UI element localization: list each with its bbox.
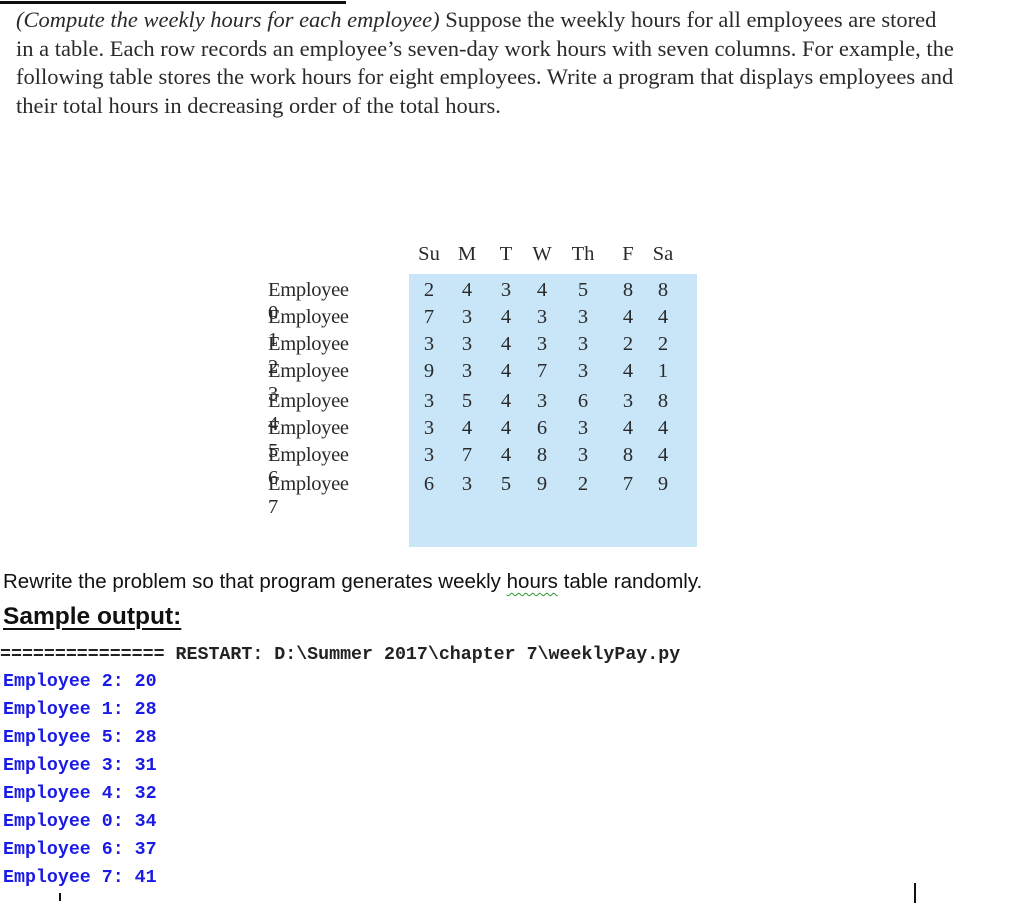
hours-cell: 4 [622,417,634,439]
hours-cell: 3 [577,417,589,439]
hours-cell: 3 [536,306,548,328]
hours-cell: 8 [657,279,669,301]
hours-cell: 7 [536,360,548,382]
hours-cell: 4 [500,417,512,439]
column-header-w: W [532,243,552,265]
console-output-line: Employee 0: 34 [3,812,157,832]
hours-cell: 3 [622,390,634,412]
hours-cell: 3 [536,333,548,355]
column-header-m: M [457,243,477,265]
hours-cell: 4 [500,390,512,412]
hours-cell: 8 [622,444,634,466]
spellcheck-flagged-word[interactable]: hours [507,570,558,593]
hours-cell: 3 [461,333,473,355]
hours-cell: 3 [461,360,473,382]
problem-statement: (Compute the weekly hours for each emplo… [16,6,956,120]
console-output-line: Employee 6: 37 [3,840,157,860]
console-output-line: Employee 1: 28 [3,700,157,720]
hours-cell: 6 [536,417,548,439]
hours-cell: 5 [577,279,589,301]
hours-cell: 8 [536,444,548,466]
hours-cell: 2 [657,333,669,355]
column-header-su: Su [418,243,440,265]
hours-cell: 4 [657,306,669,328]
text-cursor-marker [914,883,916,903]
console-output-line: Employee 5: 28 [3,728,157,748]
hours-cell: 3 [577,333,589,355]
hours-cell: 3 [423,444,435,466]
hours-cell: 4 [657,417,669,439]
text-cursor [59,893,61,901]
rewrite-text-before: Rewrite the problem so that program gene… [3,570,507,593]
column-header-f: F [622,243,634,265]
console-output-line: Employee 4: 32 [3,784,157,804]
hours-cell: 3 [423,333,435,355]
rewrite-instruction: Rewrite the problem so that program gene… [3,570,702,594]
hours-cell: 3 [577,306,589,328]
top-rule [0,1,346,4]
row-label: Employee 7 [268,473,349,518]
sample-output-heading: Sample output: [3,603,182,630]
hours-cell: 3 [577,360,589,382]
hours-cell: 4 [657,444,669,466]
hours-cell: 4 [461,279,473,301]
hours-cell: 6 [423,473,435,495]
hours-cell: 4 [536,279,548,301]
hours-cell: 9 [657,473,669,495]
hours-cell: 5 [461,390,473,412]
hours-cell: 4 [622,360,634,382]
hours-cell: 9 [423,360,435,382]
hours-cell: 2 [622,333,634,355]
problem-title: (Compute the weekly hours for each emplo… [16,7,440,32]
hours-cell: 7 [622,473,634,495]
column-header-th: Th [571,243,595,265]
hours-cell: 1 [657,360,669,382]
hours-cell: 4 [500,333,512,355]
hours-cell: 3 [577,444,589,466]
console-output-line: Employee 7: 41 [3,868,157,888]
hours-table-background [409,274,697,547]
hours-cell: 9 [536,473,548,495]
hours-cell: 7 [423,306,435,328]
hours-cell: 4 [461,417,473,439]
hours-cell: 6 [577,390,589,412]
column-header-t: T [499,243,513,265]
hours-cell: 4 [500,444,512,466]
hours-cell: 2 [423,279,435,301]
console-restart-line: =============== RESTART: D:\Summer 2017\… [0,645,681,665]
console-output-line: Employee 3: 31 [3,756,157,776]
column-header-sa: Sa [652,243,674,265]
hours-cell: 8 [657,390,669,412]
hours-cell: 3 [461,306,473,328]
hours-cell: 3 [500,279,512,301]
console-output-line: Employee 2: 20 [3,672,157,692]
hours-cell: 4 [622,306,634,328]
rewrite-text-after: table randomly. [557,570,703,593]
hours-cell: 4 [500,360,512,382]
hours-cell: 8 [622,279,634,301]
hours-cell: 3 [461,473,473,495]
hours-cell: 2 [577,473,589,495]
hours-cell: 7 [461,444,473,466]
hours-cell: 3 [423,417,435,439]
hours-cell: 3 [423,390,435,412]
hours-cell: 3 [536,390,548,412]
hours-cell: 5 [500,473,512,495]
hours-cell: 4 [500,306,512,328]
